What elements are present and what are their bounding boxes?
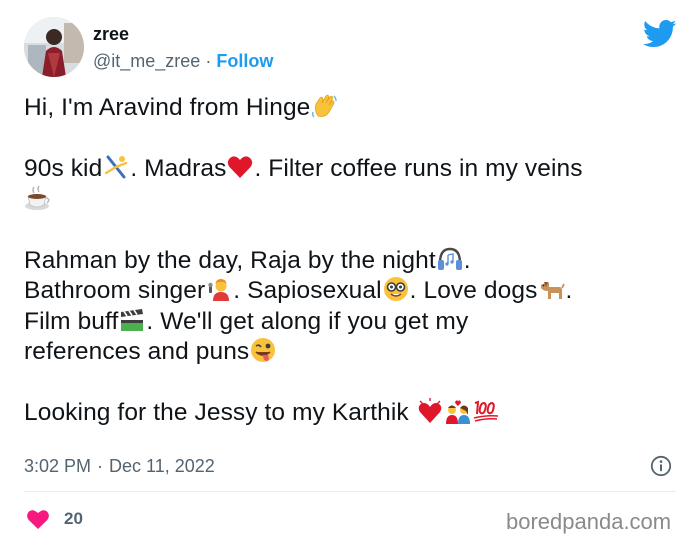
tweet-text-segment: Rahman by the day, Raja by the night	[24, 246, 436, 274]
heart-exclamation-icon	[416, 397, 444, 425]
tweet-text-segment: .	[565, 277, 573, 304]
red-heart-icon	[226, 153, 254, 181]
tweet-line: 90s kid . Madras . Filter coffee runs in m…	[24, 153, 684, 184]
person-cartwheeling-icon	[102, 153, 130, 181]
winking-face-tongue-icon	[249, 336, 277, 364]
hundred-points-icon	[472, 397, 500, 425]
watermark: boredpanda.com	[506, 509, 672, 534]
tweet-timestamp[interactable]: 3:02 PM · Dec 11, 2022	[24, 454, 215, 478]
clapper-board-icon	[118, 306, 146, 334]
like-count[interactable]: 20	[64, 508, 83, 530]
tweet-card: zree @it_me_zree · Follow Hi, I'm Aravin…	[0, 0, 700, 545]
author-handle[interactable]: @it_me_zree	[93, 49, 200, 73]
tweet-text-segment: Film buff	[24, 307, 119, 335]
divider	[24, 491, 676, 492]
tweet-text-segment: Bathroom singer	[24, 277, 206, 304]
tweet-text-segment: references and puns	[24, 338, 250, 365]
tweet-line: Bathroom singer . Sapiosexual . Love dogs.	[24, 275, 684, 306]
like-heart-icon[interactable]	[26, 508, 50, 530]
dog-icon	[537, 275, 566, 303]
tweet-line: Looking for the Jessy to my Karthik	[24, 397, 684, 428]
headphone-icon	[436, 245, 464, 273]
twitter-bird-icon[interactable]	[643, 19, 677, 49]
timestamp-separator: ·	[97, 456, 104, 476]
tweet-text-segment: . We'll get along if you get my	[146, 307, 469, 335]
author-handle-row: @it_me_zree · Follow	[93, 49, 273, 73]
author-name[interactable]: zree	[93, 22, 129, 46]
info-icon[interactable]	[650, 455, 672, 477]
tweet-text-segment: . Love dogs	[409, 277, 538, 304]
tweet-text-segment: 90s kid	[24, 155, 103, 182]
tweet-line: references and puns	[24, 336, 684, 367]
hot-beverage-icon	[24, 184, 52, 212]
nerd-face-icon	[382, 275, 410, 303]
tweet-text: Hi, I'm Aravind from Hinge 90s kid . Madr…	[24, 92, 684, 428]
couple-with-heart-icon	[444, 397, 472, 425]
tweet-date: Dec 11, 2022	[109, 456, 215, 476]
tweet-line: Hi, I'm Aravind from Hinge	[24, 92, 684, 123]
waving-hand-icon	[310, 92, 338, 120]
singer-icon	[205, 275, 233, 303]
follow-button[interactable]: Follow	[216, 49, 273, 73]
tweet-text-segment: .	[463, 246, 471, 274]
handle-separator: ·	[205, 51, 212, 71]
tweet-text-segment: Looking for the Jessy to my Karthik	[24, 399, 416, 426]
tweet-time: 3:02 PM	[24, 456, 92, 476]
tweet-text-segment: Hi, I'm Aravind from Hinge	[24, 94, 311, 121]
tweet-line	[24, 184, 684, 215]
tweet-text-segment: . Filter coffee runs in my veins	[254, 155, 583, 182]
tweet-text-segment: . Sapiosexual	[233, 277, 382, 304]
tweet-text-segment: . Madras	[130, 155, 227, 182]
avatar[interactable]	[24, 17, 84, 77]
profile-photo-icon	[24, 17, 84, 77]
tweet-line: Film buff . We'll get along if you get my	[24, 306, 684, 337]
tweet-line: Rahman by the day, Raja by the night.	[24, 245, 684, 276]
